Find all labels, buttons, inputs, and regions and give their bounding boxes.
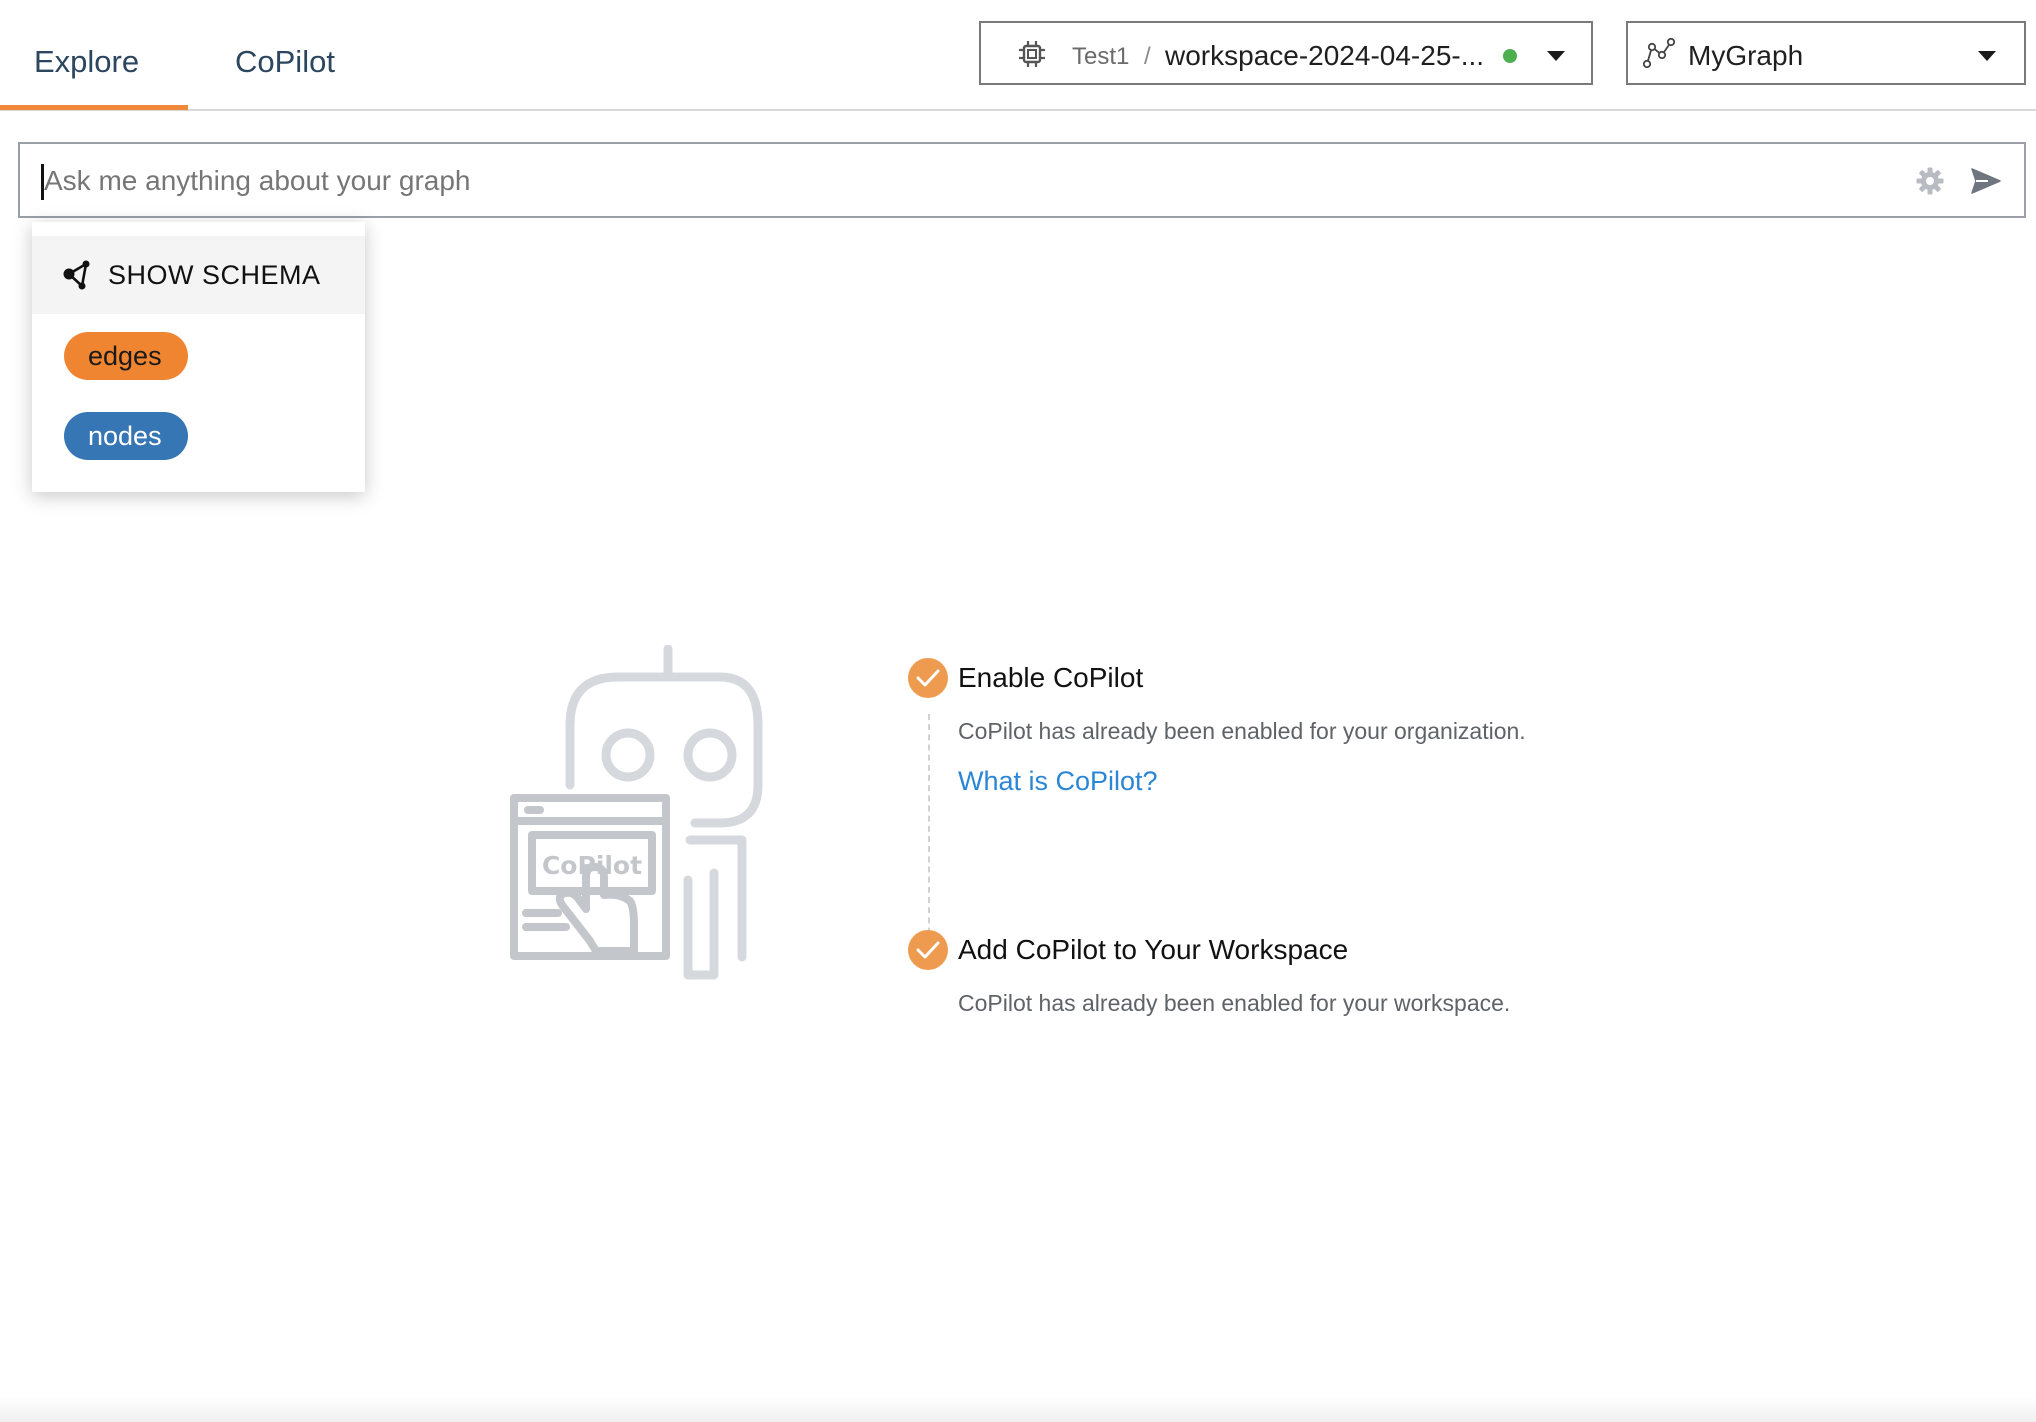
graph-icon: [1642, 37, 1676, 69]
send-icon[interactable]: [1970, 166, 2002, 196]
tab-explore[interactable]: Explore: [34, 44, 139, 80]
step-title-workspace: Add CoPilot to Your Workspace: [958, 934, 1349, 965]
step-title-enable: Enable CoPilot: [958, 662, 1144, 693]
schema-dropdown: SHOW SCHEMA edges nodes: [32, 222, 365, 492]
what-is-copilot-link[interactable]: What is CoPilot?: [958, 766, 1158, 797]
breadcrumb-separator: /: [1144, 43, 1151, 70]
chip-icon: [1019, 41, 1045, 67]
graph-name: MyGraph: [1688, 40, 1804, 71]
workspace-status-dot: [1503, 49, 1517, 63]
chevron-down-icon: [1547, 51, 1565, 61]
schema-tag-edges[interactable]: edges: [64, 332, 188, 380]
schema-tag-nodes[interactable]: nodes: [64, 412, 188, 460]
copilot-setup-steps: Enable CoPilot CoPilot has already been …: [908, 658, 1808, 1028]
show-schema-option[interactable]: SHOW SCHEMA: [32, 236, 365, 314]
active-tab-indicator: [0, 105, 188, 110]
tab-copilot[interactable]: CoPilot: [235, 44, 335, 80]
check-circle-icon: [908, 930, 948, 970]
gear-icon[interactable]: [1915, 166, 1945, 196]
show-schema-label: SHOW SCHEMA: [108, 260, 321, 290]
check-circle-icon: [908, 658, 948, 698]
text-cursor: [41, 164, 44, 200]
schema-icon: [63, 260, 90, 290]
step-description-workspace: CoPilot has already been enabled for you…: [958, 990, 1511, 1016]
step-description-enable: CoPilot has already been enabled for you…: [958, 718, 1526, 744]
copilot-robot-illustration: CoPilot: [510, 645, 763, 980]
page: Explore CoPilot Test1 / workspace-2024-0…: [0, 0, 2036, 1422]
graph-selector[interactable]: MyGraph: [1626, 21, 2026, 85]
step-connector: [928, 714, 930, 964]
illustration-label: CoPilot: [542, 851, 642, 880]
bottom-edge: [0, 1396, 2036, 1422]
query-input[interactable]: [42, 154, 1906, 208]
workspace-selector[interactable]: Test1 / workspace-2024-04-25-...: [979, 21, 1593, 85]
workspace-name: workspace-2024-04-25-...: [1165, 40, 1485, 71]
top-bar: Explore CoPilot Test1 / workspace-2024-0…: [0, 0, 2036, 111]
copilot-query-bar: [18, 142, 2026, 218]
chevron-down-icon: [1978, 51, 1996, 61]
workspace-org-label: Test1: [1072, 43, 1130, 70]
